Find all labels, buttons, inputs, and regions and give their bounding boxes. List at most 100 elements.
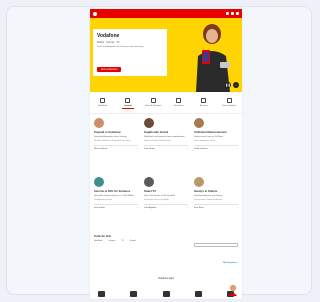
card-body: Sparen mit dem Kombi-Vorteil. — [144, 139, 172, 142]
chevron-right-icon: › — [237, 207, 238, 210]
card-body: Die neuesten Geräte entdecken. — [194, 198, 223, 201]
category-item[interactable]: Kabel & Glasfaser — [143, 96, 163, 107]
category-item[interactable]: Internet — [118, 96, 138, 109]
category-label: Fernsehen — [173, 105, 184, 107]
offer-card[interactable]: Kabel-TV Über 100 Sender in HD-Qualität … — [144, 177, 188, 209]
offer-card[interactable]: Prepaid in Vodafone Günstig telefonieren… — [94, 118, 138, 150]
card-title: Handys & Tablets — [194, 189, 218, 193]
app-store-icon[interactable] — [98, 291, 105, 297]
user-icon — [226, 98, 232, 103]
top-icons — [226, 12, 239, 15]
category-item[interactable]: Mobilfunk — [93, 96, 113, 107]
offer-card[interactable]: Handys & Tablets Top-Smartphones mit Ver… — [194, 177, 238, 209]
avatar — [194, 118, 204, 128]
app-icon[interactable] — [162, 291, 170, 297]
card-link-label: Zum Vorteil — [144, 148, 155, 151]
hero-card: Vodafone Mobile · Internet · TV Tarife u… — [93, 29, 167, 76]
card-subtitle: Schnelles Internet mit bis zu 1.000 Mbit… — [94, 194, 134, 197]
card-subtitle: Mobilfunk und Internet clever kombiniere… — [144, 135, 185, 138]
hero-title: Vodafone — [97, 33, 120, 39]
avatar — [94, 118, 104, 128]
pause-icon[interactable]: ❚❚ — [225, 82, 231, 88]
card-subtitle: Surfen ohne Limit im 5G-Netz — [194, 135, 223, 138]
offer-card[interactable]: Internet & DSL für Zuhause Schnelles Int… — [94, 177, 138, 209]
plans-section: Tarife für dich Mobilfunk Internet TV Ko… — [94, 235, 238, 247]
plans-tab[interactable]: Internet — [109, 240, 116, 242]
avatar — [94, 177, 104, 187]
user-icon[interactable] — [231, 12, 234, 15]
card-link-label: Zum Shop — [194, 207, 204, 210]
card-link[interactable]: Tarife ansehen › — [194, 145, 238, 150]
tv-icon — [176, 98, 182, 103]
hero-subtitle: Mobile · Internet · TV — [97, 41, 120, 44]
app-icon[interactable] — [194, 291, 202, 297]
card-link[interactable]: Zum Angebot › — [144, 204, 188, 209]
card-link-label: Tarife ansehen — [194, 148, 208, 151]
card-body: Flexibel aufladen und jederzeit wechseln… — [94, 139, 131, 142]
card-title: Prepaid in Vodafone — [94, 130, 121, 134]
chevron-right-icon: › — [237, 148, 238, 151]
cable-icon — [150, 98, 156, 103]
more-offers-link[interactable]: Alle Angebote › — [223, 262, 238, 264]
card-subtitle: Über 100 Sender in HD-Qualität — [144, 194, 176, 197]
card-title: GigaKombi Vorteil — [144, 130, 169, 134]
category-nav: Mobilfunk Internet Kabel & Glasfaser Fer… — [90, 96, 242, 114]
card-link[interactable]: Zum Shop › — [194, 204, 238, 209]
menu-icon[interactable] — [236, 12, 239, 15]
avatar — [194, 177, 204, 187]
apps-row — [98, 291, 234, 297]
offer-card[interactable]: Unlimited Datenvolumen Surfen ohne Limit… — [194, 118, 238, 150]
plans-tabs: Mobilfunk Internet TV Kombi — [94, 240, 238, 242]
card-subtitle: Günstig telefonieren ohne Vertrag — [94, 135, 127, 138]
category-label: Mein Vodafone — [222, 105, 236, 107]
chevron-right-icon: › — [187, 207, 188, 210]
card-body: Jetzt unbegrenzt surfen. — [194, 139, 216, 142]
next-icon[interactable]: › — [233, 82, 239, 88]
wifi-icon — [125, 98, 131, 103]
category-label: Internet — [124, 105, 132, 107]
plans-tab[interactable]: Kombi — [130, 240, 136, 242]
hero-body: Tarife und Angebote für Zuhause und unte… — [97, 46, 145, 49]
phone-icon — [100, 98, 106, 103]
card-body: Verfügbarkeit prüfen. — [94, 198, 113, 201]
chevron-right-icon: › — [137, 148, 138, 151]
card-body: Fernsehen wie es dir gefällt. — [144, 198, 170, 201]
category-label: Business — [199, 105, 209, 107]
category-item[interactable]: Mein Vodafone — [219, 96, 239, 107]
brand-logo[interactable] — [93, 11, 97, 16]
card-title: Kabel-TV — [144, 189, 157, 193]
hero-cta-button[interactable]: Jetzt entdecken — [97, 67, 121, 72]
chat-assistant-icon[interactable] — [228, 284, 238, 296]
category-label: Kabel & Glasfaser — [145, 105, 162, 107]
card-link-label: Mehr erfahren — [94, 148, 108, 151]
briefcase-icon — [201, 98, 207, 103]
search-icon[interactable] — [226, 12, 229, 15]
web-page: Vodafone Mobile · Internet · TV Tarife u… — [90, 9, 242, 299]
card-link[interactable]: Mehr erfahren › — [94, 145, 138, 150]
avatar — [144, 177, 154, 187]
chevron-right-icon: › — [187, 148, 188, 151]
card-link-label: Jetzt prüfen — [94, 207, 105, 210]
apps-section-title: Vodafone Apps — [157, 277, 175, 280]
hero-banner: Vodafone Mobile · Internet · TV Tarife u… — [90, 18, 242, 92]
chevron-right-icon: › — [137, 207, 138, 210]
category-label: Mobilfunk — [98, 105, 107, 107]
plans-title: Tarife für dich — [94, 235, 112, 238]
category-item[interactable]: Fernsehen — [169, 96, 189, 107]
offer-card[interactable]: GigaKombi Vorteil Mobilfunk und Internet… — [144, 118, 188, 150]
plans-tab[interactable]: Mobilfunk — [94, 240, 103, 242]
avatar — [144, 118, 154, 128]
category-item[interactable]: Business — [194, 96, 214, 107]
card-link[interactable]: Zum Vorteil › — [144, 145, 188, 150]
hero-carousel-controls: ❚❚ › — [225, 82, 239, 88]
card-link-label: Zum Angebot — [144, 207, 157, 210]
plans-select[interactable] — [194, 243, 238, 247]
card-subtitle: Top-Smartphones mit Vertrag — [194, 194, 223, 197]
top-navigation-bar — [90, 9, 242, 18]
offer-cards-row-2: Internet & DSL für Zuhause Schnelles Int… — [94, 177, 238, 209]
play-store-icon[interactable] — [130, 291, 138, 297]
card-title: Unlimited Datenvolumen — [194, 130, 227, 134]
card-title: Internet & DSL für Zuhause — [94, 189, 131, 193]
card-link[interactable]: Jetzt prüfen › — [94, 204, 138, 209]
plans-tab[interactable]: TV — [121, 240, 124, 242]
